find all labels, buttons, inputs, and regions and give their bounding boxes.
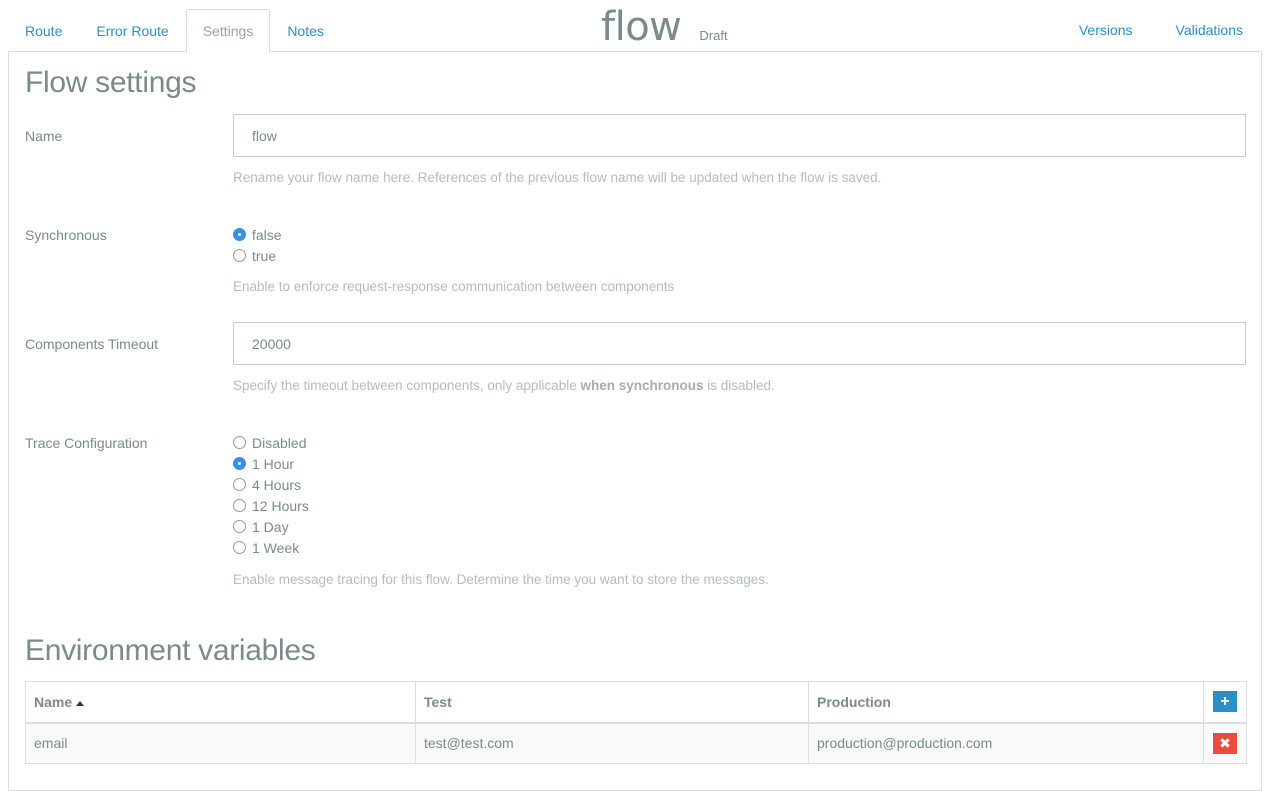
synchronous-radio-group: false true (233, 224, 282, 266)
radio-checked-icon[interactable] (233, 228, 246, 241)
radio-unchecked-icon[interactable] (233, 541, 246, 554)
trace-radio-group: Disabled 1 Hour 4 Hours 12 Hours 1 Day 1… (233, 432, 309, 558)
plus-icon: + (1220, 693, 1230, 711)
tab-notes[interactable]: Notes (270, 9, 341, 52)
column-label: Name (34, 693, 73, 710)
trace-option-1-hour[interactable]: 1 Hour (233, 453, 309, 474)
name-help-text: Rename your flow name here. References o… (233, 170, 882, 185)
timeout-help-suffix: is disabled. (703, 378, 775, 393)
delete-variable-button[interactable]: ✖ (1213, 732, 1237, 754)
radio-label: Disabled (252, 434, 307, 451)
tab-settings[interactable]: Settings (185, 9, 271, 53)
add-variable-button[interactable]: + (1213, 691, 1237, 713)
radio-label: 4 Hours (252, 476, 302, 493)
radio-unchecked-icon[interactable] (233, 249, 246, 262)
radio-label: true (252, 247, 277, 264)
trace-option-12-hours[interactable]: 12 Hours (233, 495, 309, 516)
tab-bar: Route Error Route Settings Notes (8, 9, 341, 53)
trace-option-1-day[interactable]: 1 Day (233, 516, 309, 537)
table-header-row: Name Test Production + (25, 681, 1247, 724)
radio-label: 1 Week (252, 539, 300, 556)
versions-link[interactable]: Versions (1079, 9, 1133, 52)
trace-help-text: Enable message tracing for this flow. De… (233, 572, 769, 587)
column-header-name[interactable]: Name (25, 681, 416, 724)
timeout-help-text: Specify the timeout between components, … (233, 378, 775, 393)
tab-error-route[interactable]: Error Route (79, 9, 185, 52)
column-header-production[interactable]: Production (808, 681, 1204, 724)
top-bar: Route Error Route Settings Notes flow Dr… (0, 0, 1271, 53)
radio-unchecked-icon[interactable] (233, 436, 246, 449)
timeout-input[interactable] (233, 322, 1246, 365)
radio-label: 1 Day (252, 518, 289, 535)
validations-link[interactable]: Validations (1176, 9, 1243, 52)
synchronous-option-true[interactable]: true (233, 245, 282, 266)
tab-route[interactable]: Route (8, 9, 79, 52)
radio-checked-icon[interactable] (233, 457, 246, 470)
settings-panel: Flow settings Name Rename your flow name… (8, 51, 1262, 791)
flow-status-badge: Draft (699, 28, 728, 43)
delete-column-cell: ✖ (1203, 722, 1247, 764)
trace-label: Trace Configuration (25, 435, 148, 451)
column-header-test[interactable]: Test (415, 681, 809, 724)
timeout-label: Components Timeout (25, 336, 159, 352)
env-variables-table: Name Test Production + email test@test.c… (25, 681, 1247, 764)
trace-option-1-week[interactable]: 1 Week (233, 537, 309, 558)
radio-unchecked-icon[interactable] (233, 478, 246, 491)
sort-ascending-icon (76, 700, 85, 706)
table-row: email test@test.com production@productio… (25, 722, 1247, 764)
name-label: Name (25, 128, 63, 144)
radio-unchecked-icon[interactable] (233, 499, 246, 512)
synchronous-help-text: Enable to enforce request-response commu… (233, 279, 675, 294)
radio-unchecked-icon[interactable] (233, 520, 246, 533)
radio-label: 1 Hour (252, 455, 295, 472)
synchronous-option-false[interactable]: false (233, 224, 282, 245)
trace-option-disabled[interactable]: Disabled (233, 432, 309, 453)
header-links: Versions Validations (1036, 9, 1243, 52)
timeout-help-bold: when synchronous (580, 378, 704, 393)
flow-settings-heading: Flow settings (25, 66, 197, 99)
name-input[interactable] (233, 114, 1246, 157)
times-icon: ✖ (1219, 734, 1231, 751)
add-column-cell: + (1203, 681, 1247, 724)
timeout-help-prefix: Specify the timeout between components, … (233, 378, 581, 393)
env-variables-heading: Environment variables (25, 634, 316, 667)
cell-test[interactable]: test@test.com (415, 722, 809, 764)
cell-production[interactable]: production@production.com (808, 722, 1204, 764)
trace-option-4-hours[interactable]: 4 Hours (233, 474, 309, 495)
flow-title: flow (601, 4, 682, 50)
flow-title-group: flow Draft (601, 4, 728, 50)
synchronous-label: Synchronous (25, 227, 107, 243)
radio-label: 12 Hours (252, 497, 309, 514)
radio-label: false (252, 226, 282, 243)
cell-name[interactable]: email (25, 722, 416, 764)
